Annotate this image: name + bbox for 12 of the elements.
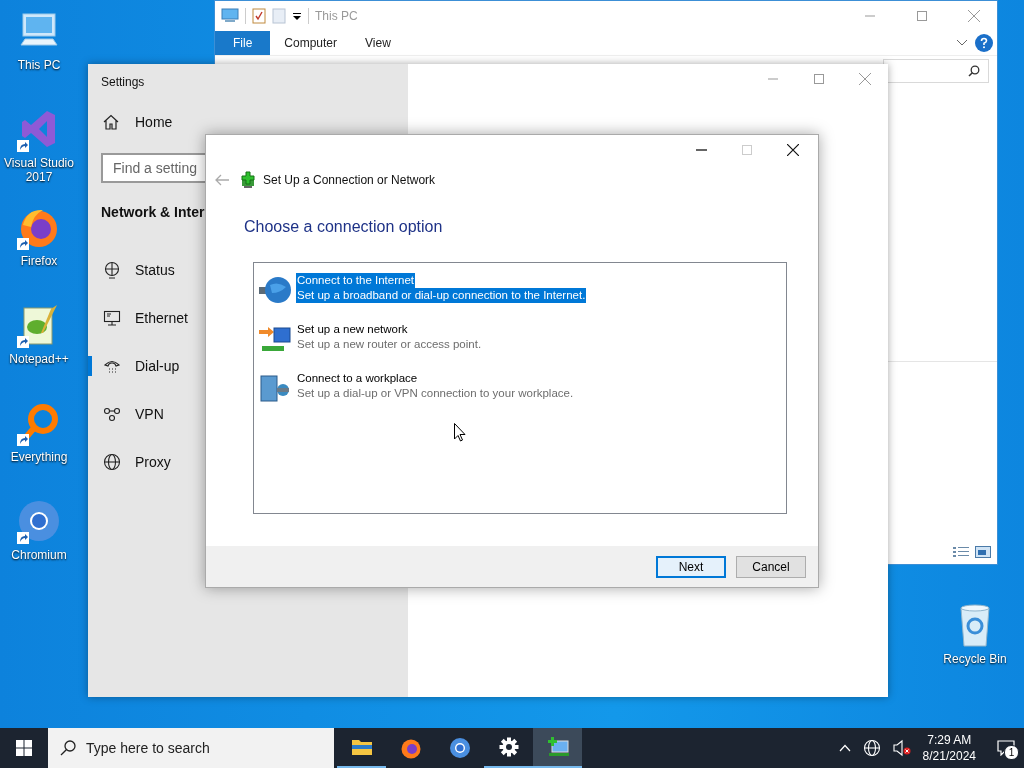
- dialog-heading: Choose a connection option: [244, 218, 444, 236]
- window-title: Settings: [101, 75, 146, 89]
- option-title: Connect to a workplace: [296, 371, 419, 386]
- option-title: Connect to the Internet: [296, 273, 415, 288]
- option-title: Set up a new network: [296, 322, 409, 337]
- notification-badge: 1: [1004, 745, 1019, 760]
- window-title: This PC: [315, 9, 358, 23]
- option-description: Set up a dial-up or VPN connection to your workplace.: [296, 386, 575, 401]
- option-description: Set up a new router or access point.: [296, 337, 483, 352]
- option-description: Set up a broadband or dial-up connection to the Internet.: [296, 288, 587, 303]
- dialog-title: Set Up a Connection or Network: [263, 173, 436, 187]
- section-heading: Network & Inter: [101, 204, 206, 220]
